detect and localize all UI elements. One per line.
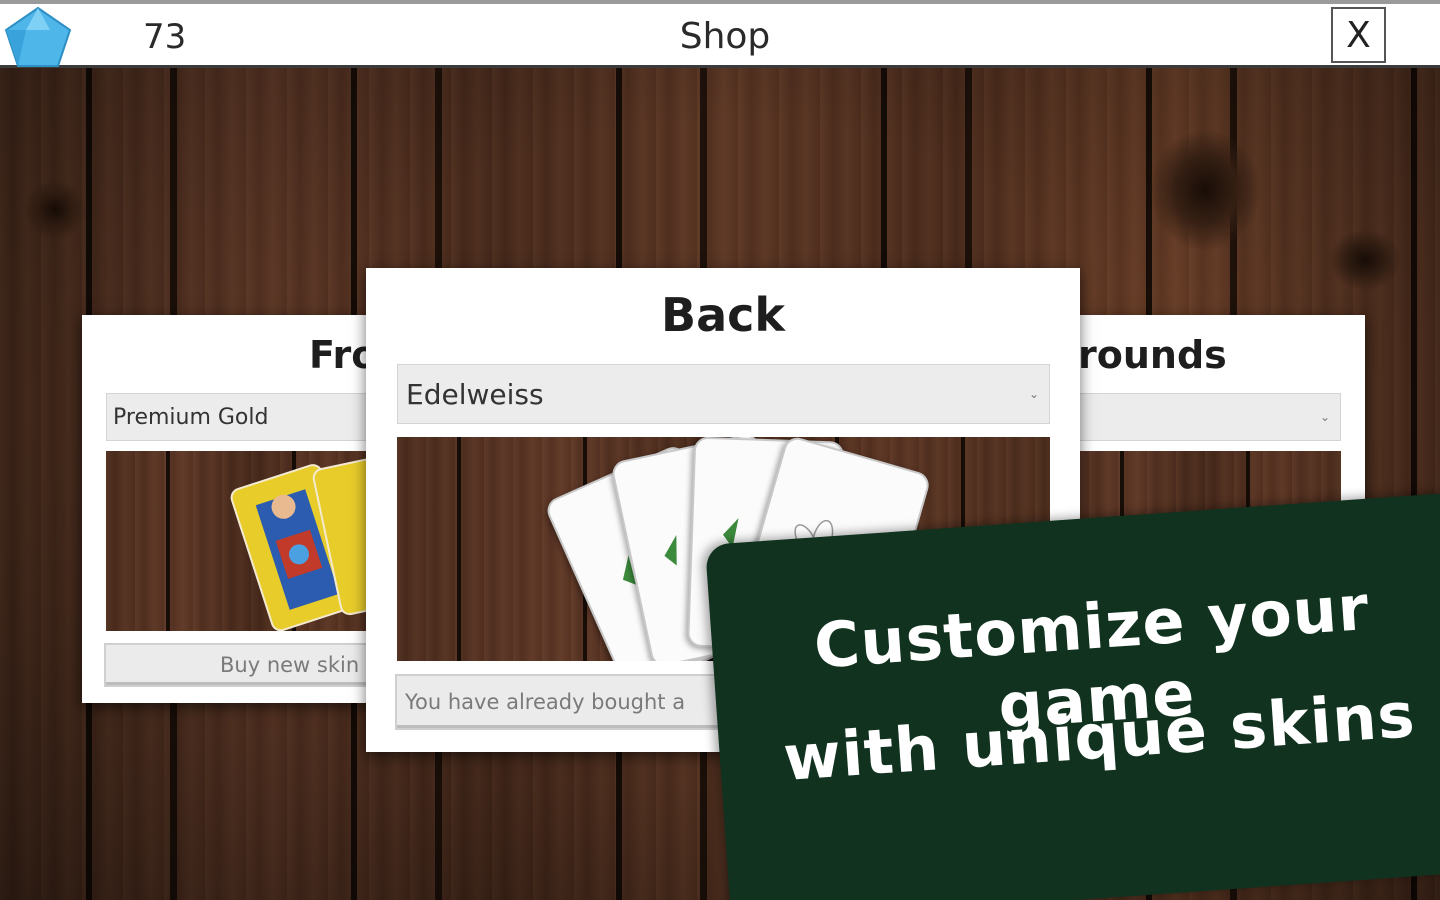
front-skin-panel: Fro Premium Gold Buy new skin — [82, 315, 382, 703]
promo-banner: Customize your game with unique skins — [705, 491, 1440, 900]
front-skin-select[interactable]: Premium Gold — [106, 393, 382, 441]
back-skin-select[interactable]: Edelweiss ⌄ — [397, 364, 1050, 424]
back-skin-select-value: Edelweiss — [406, 377, 544, 411]
buy-skin-button[interactable]: Buy new skin — [104, 643, 382, 687]
backgrounds-skin-select[interactable]: ⌄ — [1060, 393, 1341, 441]
shop-header: 73 Shop X — [0, 0, 1440, 68]
panel-title-back: Back — [661, 288, 785, 342]
chevron-down-icon: ⌄ — [1319, 410, 1330, 424]
front-skin-select-value: Premium Gold — [113, 404, 269, 430]
front-skin-preview — [106, 451, 382, 631]
chevron-down-icon: ⌄ — [1028, 387, 1039, 401]
currency-amount: 73 — [143, 17, 187, 57]
page-title: Shop — [679, 16, 771, 57]
gem-icon — [4, 6, 72, 67]
close-button[interactable]: X — [1331, 7, 1386, 63]
panel-title-backgrounds: rounds — [1078, 333, 1227, 377]
